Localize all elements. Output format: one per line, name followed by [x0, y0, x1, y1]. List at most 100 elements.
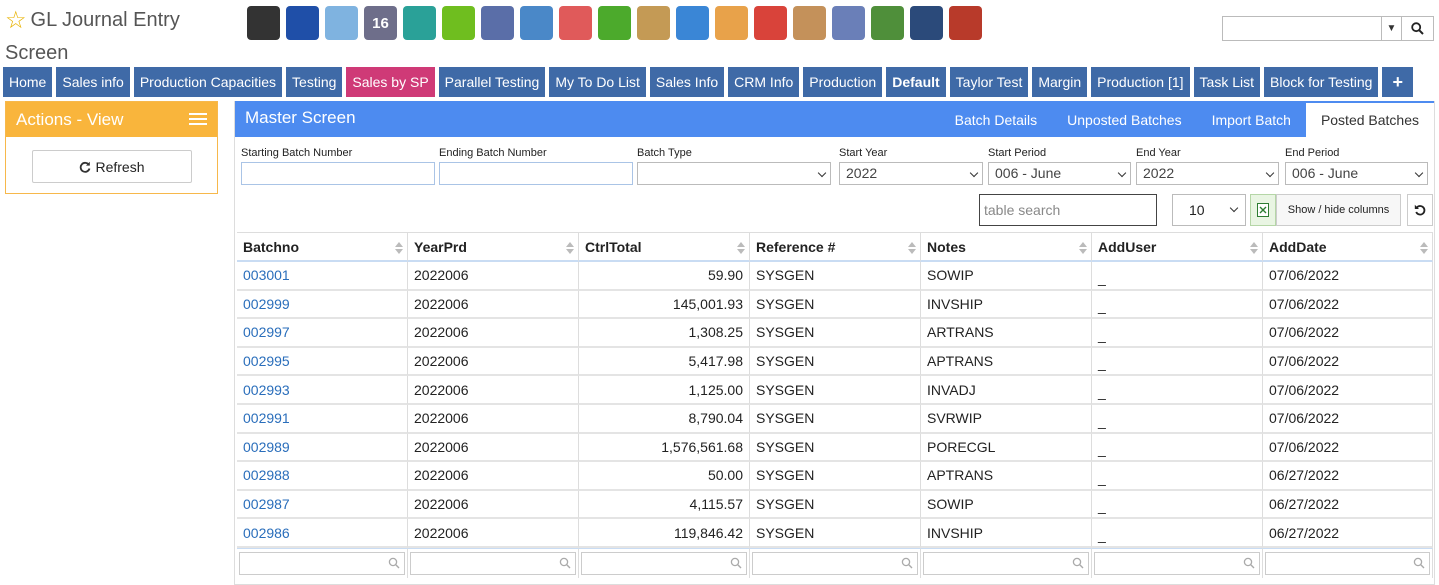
- cash-hand-icon[interactable]: [715, 6, 748, 40]
- column-filter-input[interactable]: [410, 551, 576, 575]
- user-icon[interactable]: [286, 6, 319, 40]
- magnifier-icon[interactable]: [520, 6, 553, 40]
- master-tab-batch-details[interactable]: Batch Details: [940, 103, 1052, 137]
- start-year-select[interactable]: 2022: [839, 162, 983, 185]
- start-period-filter: Start Period 006 - June: [988, 147, 1131, 185]
- column-filter-input[interactable]: [923, 551, 1089, 575]
- box-download-icon[interactable]: [637, 6, 670, 40]
- batch-link[interactable]: 002989: [243, 439, 290, 455]
- favorite-star-icon[interactable]: ☆: [5, 7, 27, 34]
- master-tab-import-batch[interactable]: Import Batch: [1197, 103, 1306, 137]
- tab-testing[interactable]: Testing: [286, 67, 343, 97]
- refresh-button[interactable]: Refresh: [32, 150, 192, 183]
- ending-batch-input[interactable]: [439, 162, 633, 185]
- batch-link[interactable]: 002995: [243, 353, 290, 369]
- list-window-icon[interactable]: [481, 6, 514, 40]
- chevron-down-icon[interactable]: ▼: [1381, 17, 1401, 40]
- weather-icon[interactable]: [325, 6, 358, 40]
- tab-margin[interactable]: Margin: [1032, 67, 1088, 97]
- column-filter-cell: [579, 547, 750, 578]
- tab-sales-by-sp[interactable]: Sales by SP: [346, 67, 435, 97]
- tab-sales-info[interactable]: Sales Info: [649, 67, 725, 97]
- column-filter-input[interactable]: [1265, 551, 1430, 575]
- end-period-select[interactable]: 006 - June: [1285, 162, 1428, 185]
- tab-sales-info[interactable]: Sales info: [56, 67, 130, 97]
- warehouse-icon[interactable]: [949, 6, 982, 40]
- column-filter-input[interactable]: [1094, 551, 1260, 575]
- column-header[interactable]: Notes: [921, 232, 1092, 262]
- table-cell: 2022006: [408, 290, 579, 320]
- column-filter-input[interactable]: [239, 551, 405, 575]
- column-header[interactable]: Batchno: [237, 232, 408, 262]
- table-cell: 1,576,561.68: [579, 433, 750, 463]
- tab-parallel-testing[interactable]: Parallel Testing: [438, 67, 546, 97]
- column-header[interactable]: CtrlTotal: [579, 232, 750, 262]
- calendar-icon[interactable]: 16: [364, 6, 397, 40]
- table-cell: 50.00: [579, 462, 750, 491]
- tab-default[interactable]: Default: [886, 67, 946, 97]
- tab-taylor-test[interactable]: Taylor Test: [949, 67, 1029, 97]
- notepad-icon[interactable]: [793, 6, 826, 40]
- column-filter-row: [237, 547, 1433, 578]
- truck-icon[interactable]: [559, 6, 592, 40]
- batch-link[interactable]: 003001: [243, 267, 290, 283]
- add-tab-button[interactable]: +: [1382, 67, 1413, 97]
- pencil-icon[interactable]: [832, 6, 865, 40]
- money-icon[interactable]: [871, 6, 904, 40]
- table-cell: _: [1092, 319, 1263, 348]
- tab-my-to-do-list[interactable]: My To Do List: [549, 67, 646, 97]
- column-filter-input[interactable]: [581, 551, 747, 575]
- reset-table-button[interactable]: [1407, 194, 1433, 226]
- search-icon: [388, 557, 400, 569]
- show-hide-columns-button[interactable]: Show / hide columns: [1276, 194, 1401, 226]
- table-cell: 07/06/2022: [1263, 347, 1433, 377]
- column-header[interactable]: YearPrd: [408, 232, 579, 262]
- batch-link[interactable]: 002999: [243, 296, 290, 312]
- hamburger-menu-icon[interactable]: [189, 113, 207, 128]
- batch-link[interactable]: 002993: [243, 382, 290, 398]
- batch-cell: 002995: [237, 347, 408, 377]
- start-period-select[interactable]: 006 - June: [988, 162, 1131, 185]
- box-upload-icon[interactable]: [676, 6, 709, 40]
- checkmark-icon[interactable]: [442, 6, 475, 40]
- table-cell: 2022006: [408, 462, 579, 491]
- starting-batch-input[interactable]: [241, 162, 435, 185]
- tab-production-capacities[interactable]: Production Capacities: [133, 67, 283, 97]
- batch-type-select[interactable]: [637, 162, 831, 185]
- table-cell: 2022006: [408, 376, 579, 405]
- tab-production[interactable]: Production: [803, 67, 883, 97]
- tab-home[interactable]: Home: [3, 67, 53, 97]
- master-tab-unposted-batches[interactable]: Unposted Batches: [1052, 103, 1196, 137]
- batch-link[interactable]: 002986: [243, 525, 290, 541]
- batch-link[interactable]: 002987: [243, 496, 290, 512]
- search-button[interactable]: [1401, 17, 1433, 40]
- tab-crm-info[interactable]: CRM Info: [728, 67, 800, 97]
- safe-icon[interactable]: [910, 6, 943, 40]
- table-cell: _: [1092, 433, 1263, 463]
- batch-link[interactable]: 002988: [243, 467, 290, 483]
- sort-icon: [1250, 242, 1258, 254]
- column-header[interactable]: Reference #: [750, 232, 921, 262]
- table-search-input[interactable]: table search: [979, 194, 1157, 226]
- global-search-input[interactable]: [1223, 17, 1381, 40]
- table-cell: _: [1092, 376, 1263, 405]
- column-filter-input[interactable]: [752, 551, 918, 575]
- column-header[interactable]: AddDate: [1263, 232, 1433, 262]
- tab-task-list[interactable]: Task List: [1193, 67, 1260, 97]
- table-cell: SYSGEN: [750, 376, 921, 405]
- batch-link[interactable]: 002997: [243, 324, 290, 340]
- tab-production-1[interactable]: Production [1]: [1091, 67, 1190, 97]
- table-cell: INVADJ: [921, 376, 1092, 405]
- batch-link[interactable]: 002991: [243, 410, 290, 426]
- basket-icon[interactable]: [598, 6, 631, 40]
- clock-icon[interactable]: [403, 6, 436, 40]
- column-header[interactable]: AddUser: [1092, 232, 1263, 262]
- bank-icon[interactable]: [247, 6, 280, 40]
- end-year-select[interactable]: 2022: [1136, 162, 1279, 185]
- export-excel-button[interactable]: [1250, 194, 1276, 226]
- master-tab-posted-batches[interactable]: Posted Batches: [1305, 103, 1434, 137]
- page-size-select[interactable]: 10: [1172, 194, 1246, 226]
- batch-cell: 002993: [237, 376, 408, 405]
- price-tag-icon[interactable]: [754, 6, 787, 40]
- tab-block-for-testing[interactable]: Block for Testing: [1264, 67, 1379, 97]
